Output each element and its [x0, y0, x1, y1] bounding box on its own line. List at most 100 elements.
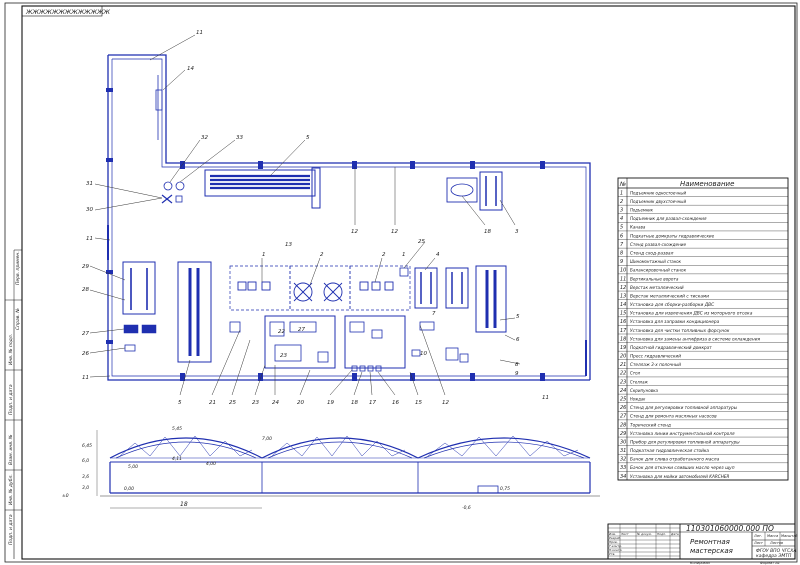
callout-number: 12 — [351, 229, 358, 235]
spec-row-number: 12 — [620, 285, 626, 291]
spec-row-name: Стенд для ремонта масляных насосов — [630, 414, 717, 420]
spec-row-name: Шиномонтажный станок — [630, 259, 681, 265]
sheet-label: Лист — [753, 541, 764, 545]
spec-row-number: 25 — [620, 397, 626, 403]
spec-row-name: Стенд для регулировки топливной аппарату… — [630, 405, 737, 411]
callout-number: 3 — [515, 229, 519, 235]
callout-number: 15 — [415, 400, 422, 406]
spec-row-number: 24 — [620, 388, 626, 394]
callout-number: 32 — [201, 135, 208, 141]
spec-row-number: 3 — [620, 208, 623, 214]
spec-row-name: Стеллаж — [630, 379, 648, 385]
callout-number: 21 — [209, 400, 216, 406]
spec-row-number: 22 — [620, 371, 626, 377]
dim-label: 3,0 — [82, 485, 89, 491]
dim-label: 3,6 — [82, 474, 89, 480]
spec-row-name: Подъемник двухстоечный — [630, 199, 686, 205]
spec-row-number: 6 — [620, 233, 623, 239]
spec-row-name: Подкатной гидравлический домкрат — [630, 345, 712, 351]
dim-label: 4,11 — [172, 456, 182, 462]
callout-number: 11 — [542, 395, 549, 401]
callout-number: 17 — [369, 400, 376, 406]
side-label: Инв. № подл. — [8, 334, 14, 365]
spec-row-number: 4 — [620, 216, 623, 222]
spec-row-number: 15 — [620, 311, 626, 317]
org-line2: кафедра ЭМТП — [756, 553, 792, 559]
spec-row-number: 32 — [620, 457, 626, 463]
spec-row-name: Бачок для откачки сливших масло через щу… — [630, 465, 735, 471]
callout-number: 30 — [86, 207, 93, 213]
callout-number: 5 — [306, 135, 310, 141]
callout-number: 27 — [298, 327, 305, 333]
callout-number: 25 — [229, 400, 236, 406]
spec-row-number: 16 — [620, 319, 626, 325]
spec-row-name: Установка для извлечения ДВС из моторног… — [630, 311, 753, 317]
spec-row-number: 26 — [620, 405, 626, 411]
side-label: Инв. № дубл. — [8, 474, 14, 505]
spec-row-name: Верстак металлический с тисками — [630, 293, 709, 299]
spec-row-name: Подъемник для развал-схождения — [630, 216, 707, 222]
callout-number: 25 — [418, 239, 425, 245]
callout-number: 14 — [187, 66, 194, 72]
callout-leaders — [89, 34, 521, 396]
spec-row-number: 23 — [620, 379, 626, 385]
callout-number: 1 — [402, 252, 406, 258]
spec-row-number: 14 — [620, 302, 626, 308]
side-label: Подп. и дата — [8, 384, 14, 415]
callout-number: 4 — [436, 252, 440, 258]
dim-label: 18 — [180, 501, 188, 508]
callout-number: 26 — [82, 351, 89, 357]
section-dimensions: 6,45 6,0 3,6 3,0 ±0 5,45 7,00 4,11 4,00 … — [62, 426, 510, 511]
spec-row-name: Торический стенд — [630, 422, 671, 428]
dim-label: 4,00 — [206, 461, 216, 467]
dim-label: 6,45 — [82, 443, 92, 449]
callout-number: 23 — [280, 353, 287, 359]
spec-row-number: 34 — [620, 474, 626, 480]
spec-row-number: 5 — [620, 225, 623, 231]
callout-number: 18 — [484, 229, 491, 235]
spec-row-name: Стеллаж 3-х полочный — [630, 362, 681, 368]
spec-row-name: Прибор для регулировки топливной аппарат… — [630, 439, 740, 445]
revision-header: № докум. — [636, 532, 652, 536]
spec-row-name: Установка для заправки кондиционера — [630, 319, 719, 325]
callout-number: 31 — [86, 181, 93, 187]
callout-number: 33 — [236, 135, 243, 141]
spec-row-number: 9 — [620, 259, 623, 265]
callout-number: 23 — [252, 400, 259, 406]
specification-table: № Наименование 1 Подъемник одностоечный 2 П… — [617, 177, 789, 481]
callout-number: 8 — [515, 362, 519, 368]
left-side-strip: Подп. и дата Инв. № дубл. Взам. инв. № П… — [5, 249, 22, 559]
dim-label: 0,75 — [500, 486, 510, 492]
stage-header: Лит. — [753, 534, 762, 538]
signer-role: Утв. — [609, 552, 615, 556]
callout-number: 13 — [285, 242, 292, 248]
building-section — [100, 435, 600, 497]
callout-numbers: 11 14 32 33 5 12 12 18 3 31 30 11 29 28 … — [82, 30, 549, 406]
callout-number: 16 — [392, 400, 399, 406]
dim-label: 5,45 — [172, 426, 182, 432]
spec-row-number: 17 — [620, 328, 627, 334]
callout-number: 11 — [196, 30, 203, 36]
callout-number: 11 — [82, 375, 89, 381]
callout-number: 22 — [278, 329, 285, 335]
spec-row-number: 27 — [620, 414, 627, 420]
spec-row-name: Скрипуновка — [630, 388, 658, 394]
copied-label: Копировал — [690, 561, 711, 565]
side-label: Подп. и дата — [8, 514, 14, 545]
spec-row-name: Установка для мойки автомобилей KARCHER — [630, 474, 729, 480]
spec-row-name: Бачок для слива отработанного масла — [630, 457, 719, 463]
dim-label: ±0 — [62, 493, 69, 499]
spec-row-name: Подъемник — [630, 208, 653, 214]
dim-label: 5,00 — [128, 464, 138, 470]
spec-row-number: 30 — [620, 439, 626, 445]
spec-row-name: Подкатная гидравлическая стойка — [630, 448, 709, 454]
spec-row-number: 29 — [620, 431, 626, 437]
spec-row-number: 21 — [620, 362, 626, 368]
spec-row-name: Установка для чистки топливных форсунок — [630, 328, 730, 334]
callout-number: 5 — [516, 314, 520, 320]
callout-number: 5 — [178, 400, 182, 406]
spec-row-name: Канава — [630, 225, 645, 231]
revision-header: Лист — [620, 532, 629, 536]
floor-plan — [106, 54, 591, 381]
sheet-stamp: ЖЖЖЖЖЖЖЖЖЖЖЖЖ — [25, 9, 111, 16]
